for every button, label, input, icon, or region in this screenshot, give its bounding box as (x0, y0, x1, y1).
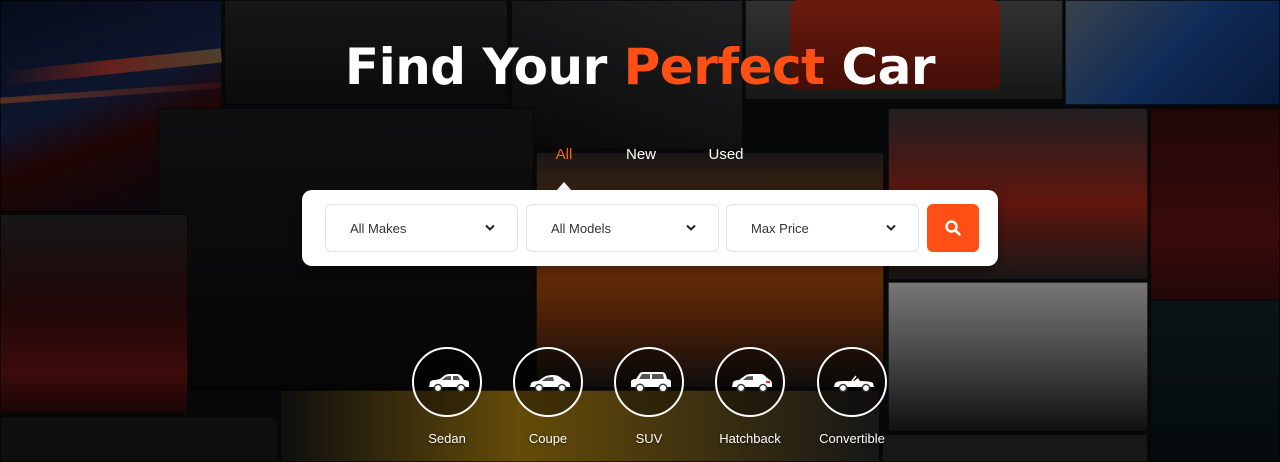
tab-used[interactable]: Used (708, 146, 743, 163)
body-type-circle (614, 347, 684, 417)
body-type-label: Hatchback (719, 431, 781, 446)
body-type-coupe[interactable]: Coupe (503, 347, 593, 446)
makes-select[interactable]: All Makes (325, 204, 518, 252)
suv-icon (631, 372, 671, 393)
hatchback-icon (732, 374, 772, 393)
body-type-sedan[interactable]: Sedan (402, 347, 492, 446)
body-type-label: Sedan (428, 431, 466, 446)
body-type-circle (715, 347, 785, 417)
body-type-hatchback[interactable]: Hatchback (705, 347, 795, 446)
title-text-end: Car (824, 38, 936, 96)
convertible-icon (834, 375, 874, 393)
models-select-value: All Models (551, 221, 611, 236)
search-icon (945, 220, 961, 236)
search-panel: All Makes All Models Max Price (302, 190, 998, 266)
body-type-label: Convertible (819, 431, 885, 446)
chevron-down-icon (886, 224, 896, 231)
models-select[interactable]: All Models (526, 204, 719, 252)
tab-new[interactable]: New (626, 146, 656, 163)
body-type-circle (817, 347, 887, 417)
page-title: Find Your Perfect Car (0, 38, 1280, 96)
body-type-circle (412, 347, 482, 417)
search-button[interactable] (927, 204, 979, 252)
body-type-label: SUV (635, 431, 663, 446)
body-type-suv[interactable]: SUV (604, 347, 694, 446)
tab-all[interactable]: All (556, 146, 573, 163)
condition-tabs: All New Used (0, 146, 1280, 170)
body-type-label: Coupe (528, 431, 568, 446)
hero-banner: Find Your Perfect Car All New Used All M… (0, 0, 1280, 462)
sedan-icon (429, 374, 469, 393)
body-type-circle (513, 347, 583, 417)
price-select-value: Max Price (751, 221, 809, 236)
title-text: Find Your (344, 38, 624, 96)
chevron-down-icon (686, 224, 696, 231)
chevron-down-icon (485, 224, 495, 231)
body-type-convertible[interactable]: Convertible (807, 347, 897, 446)
makes-select-value: All Makes (350, 221, 407, 236)
title-accent-text: Perfect (623, 38, 825, 96)
coupe-icon (530, 375, 570, 393)
price-select[interactable]: Max Price (726, 204, 919, 252)
